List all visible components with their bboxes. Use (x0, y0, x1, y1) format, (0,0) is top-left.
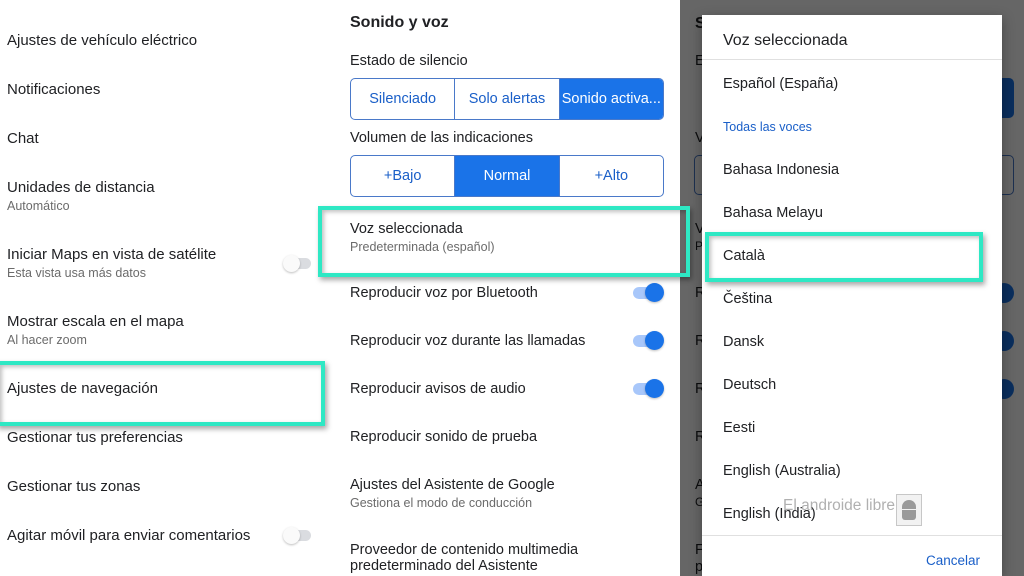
bluetooth-voice-toggle[interactable] (633, 282, 665, 302)
volume-option-normal[interactable]: Normal (455, 156, 560, 196)
setting-audio-alerts[interactable]: Reproducir avisos de audio (350, 381, 526, 397)
setting-map-scale[interactable]: Mostrar escala en el mapa Al hacer zoom (7, 313, 184, 347)
voice-option[interactable]: Deutsch (723, 377, 776, 393)
voice-option-current[interactable]: Español (España) (723, 76, 838, 92)
sound-voice-panel: Sonido y voz Estado de silencio Silencia… (330, 0, 680, 576)
mute-option-muted[interactable]: Silenciado (351, 79, 456, 119)
setting-title-line2: predeterminado del Asistente (350, 558, 538, 574)
setting-title: Ajustes de vehículo eléctrico (7, 32, 198, 49)
setting-selected-voice[interactable]: Voz seleccionada Predeterminada (español… (350, 221, 495, 254)
setting-title: Iniciar Maps en vista de satélite (7, 246, 217, 263)
voice-option-catala[interactable]: Català (723, 248, 765, 264)
setting-title: Chat (7, 130, 39, 147)
voice-selection-dialog: Voz seleccionada Español (España) Todas … (702, 15, 1002, 576)
android-logo-icon (896, 494, 922, 526)
setting-title: Unidades de distancia (7, 179, 155, 196)
audio-alerts-toggle[interactable] (633, 378, 665, 398)
dialog-divider (702, 535, 1002, 536)
setting-title: Notificaciones (7, 81, 101, 98)
setting-notifications[interactable]: Notificaciones (7, 81, 100, 98)
dialog-title: Voz seleccionada (723, 32, 848, 49)
setting-manage-preferences[interactable]: Gestionar tus preferencias (7, 429, 183, 446)
toggle-thumb (283, 527, 300, 544)
setting-title: Reproducir voz durante las llamadas (350, 333, 586, 349)
setting-subtitle: Esta vista usa más datos (7, 266, 146, 280)
setting-navigation-settings[interactable]: Ajustes de navegación (7, 380, 158, 397)
setting-title: Ajustes del Asistente de Google (350, 477, 555, 493)
section-title: Sonido y voz (350, 14, 449, 31)
mute-option-sound-on[interactable]: Sonido activa... (559, 79, 663, 119)
setting-media-provider[interactable]: Proveedor de contenido multimedia predet… (350, 542, 578, 574)
voice-during-calls-toggle[interactable] (633, 330, 665, 350)
setting-title: Reproducir voz por Bluetooth (350, 285, 538, 301)
volume-label: Volumen de las indicaciones (350, 130, 533, 146)
toggle-thumb (283, 255, 300, 272)
setting-chat[interactable]: Chat (7, 130, 39, 147)
setting-shake-feedback[interactable]: Agitar móvil para enviar comentarios (7, 527, 250, 544)
setting-test-sound[interactable]: Reproducir sonido de prueba (350, 429, 537, 445)
mute-state-segmented-control: Silenciado Solo alertas Sonido activa... (350, 78, 664, 120)
setting-title: Gestionar tus preferencias (7, 429, 183, 446)
setting-title: Ajustes de navegación (7, 380, 158, 397)
setting-subtitle: Automático (7, 199, 70, 213)
volume-segmented-control: +Bajo Normal +Alto (350, 155, 664, 197)
setting-bluetooth-voice[interactable]: Reproducir voz por Bluetooth (350, 285, 538, 301)
toggle-thumb (645, 331, 664, 350)
cancel-button[interactable]: Cancelar (926, 553, 980, 568)
toggle-thumb (645, 283, 664, 302)
setting-title: Proveedor de contenido multimedia (350, 542, 579, 558)
setting-manage-zones[interactable]: Gestionar tus zonas (7, 478, 140, 495)
volume-option-low[interactable]: +Bajo (351, 156, 456, 196)
setting-subtitle: Predeterminada (español) (350, 240, 495, 254)
setting-subtitle: Gestiona el modo de conducción (350, 496, 533, 510)
setting-ev-settings[interactable]: Ajustes de vehículo eléctrico (7, 32, 197, 49)
setting-subtitle: Al hacer zoom (7, 333, 87, 347)
mute-state-label: Estado de silencio (350, 53, 468, 69)
watermark-text: El androide libre (783, 497, 896, 514)
setting-google-assistant[interactable]: Ajustes del Asistente de Google Gestiona… (350, 477, 555, 510)
settings-list-panel: Ajustes de vehículo eléctrico Notificaci… (0, 0, 330, 576)
voice-option[interactable]: English (Australia) (723, 463, 841, 479)
voice-option[interactable]: Eesti (723, 420, 755, 436)
dialog-divider (702, 59, 1002, 60)
voice-option[interactable]: Bahasa Indonesia (723, 162, 839, 178)
setting-satellite-view[interactable]: Iniciar Maps en vista de satélite Esta v… (7, 246, 216, 280)
setting-title: Agitar móvil para enviar comentarios (7, 527, 251, 544)
shake-feedback-toggle[interactable] (283, 527, 313, 544)
volume-option-high[interactable]: +Alto (560, 156, 663, 196)
voice-option[interactable]: Čeština (723, 291, 772, 307)
all-voices-header: Todas las voces (723, 120, 812, 134)
setting-distance-units[interactable]: Unidades de distancia Automático (7, 179, 155, 213)
setting-title: Reproducir sonido de prueba (350, 429, 538, 445)
setting-title: Voz seleccionada (350, 221, 463, 237)
setting-title: Reproducir avisos de audio (350, 381, 526, 397)
setting-voice-during-calls[interactable]: Reproducir voz durante las llamadas (350, 333, 585, 349)
setting-title: Gestionar tus zonas (7, 478, 141, 495)
setting-title: Mostrar escala en el mapa (7, 313, 184, 330)
toggle-thumb (645, 379, 664, 398)
mute-option-alerts-only[interactable]: Solo alertas (455, 79, 560, 119)
voice-option[interactable]: Bahasa Melayu (723, 205, 823, 221)
voice-option[interactable]: Dansk (723, 334, 764, 350)
satellite-view-toggle[interactable] (283, 255, 313, 272)
